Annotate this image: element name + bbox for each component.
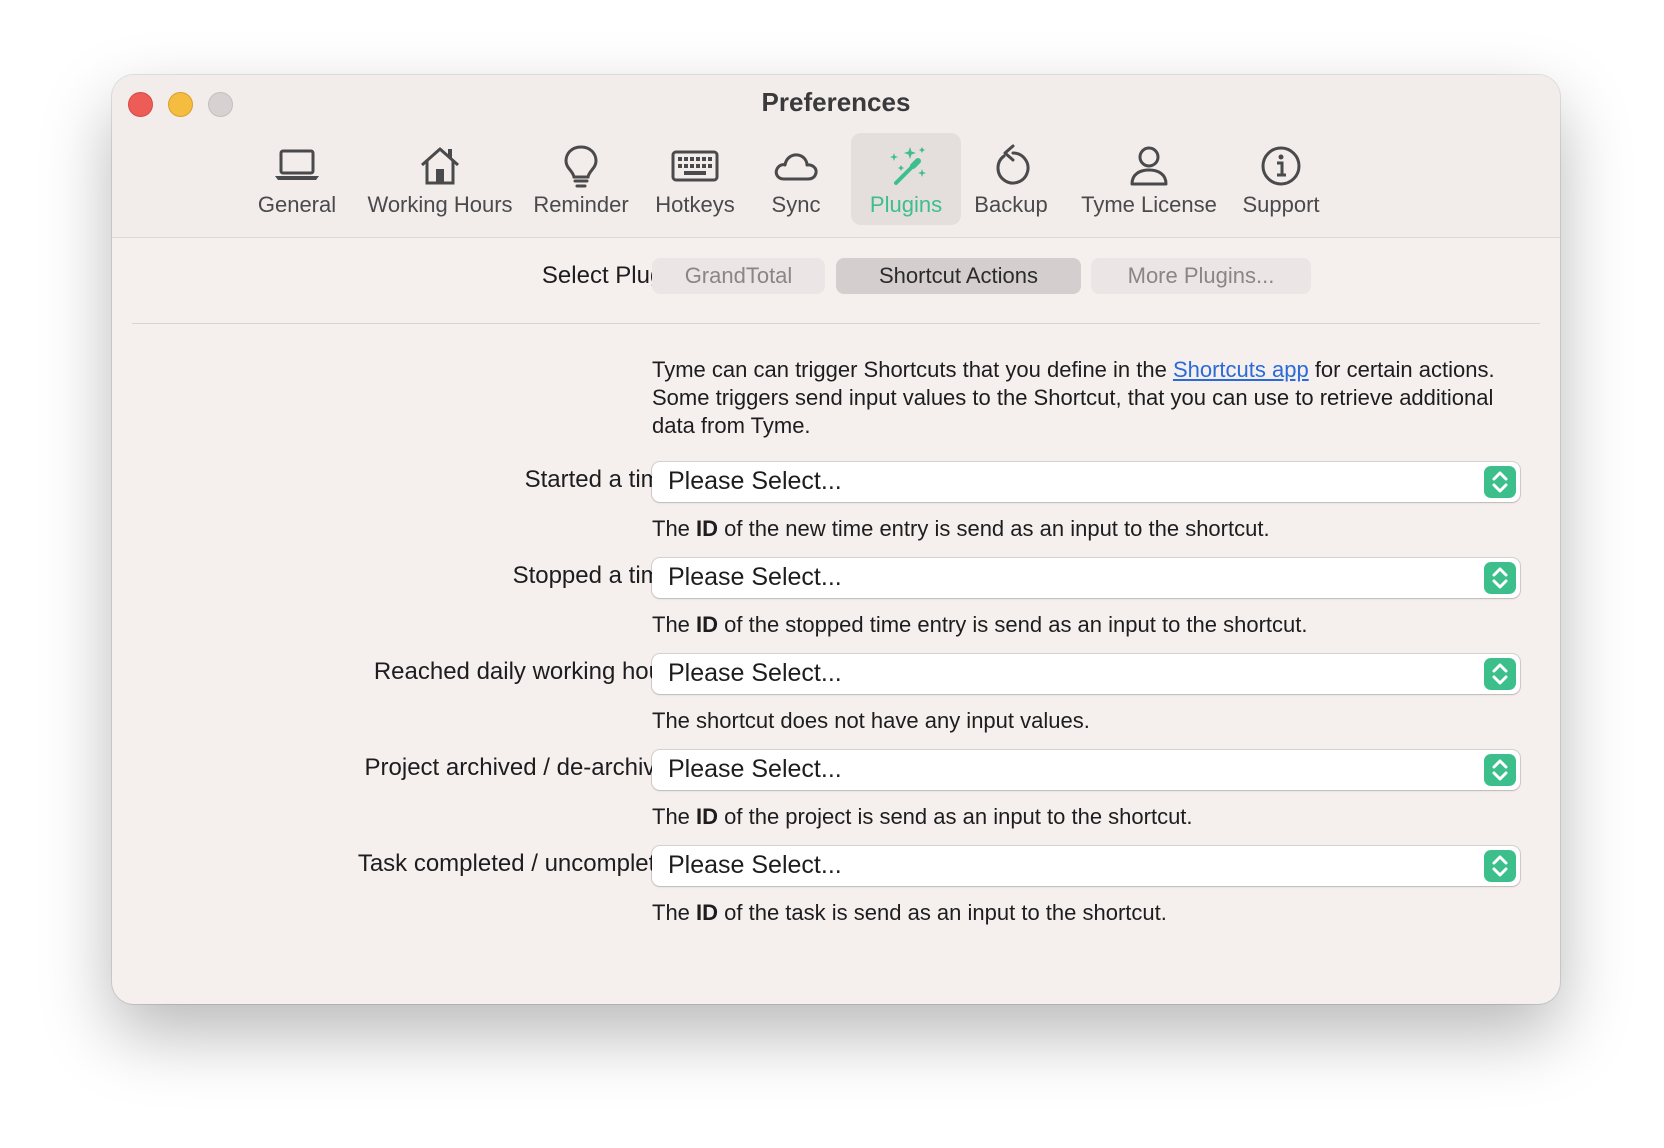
plugin-option-shortcut-actions[interactable]: Shortcut Actions [836,258,1081,294]
info-icon [1261,146,1301,186]
tab-backup[interactable]: Backup [967,133,1055,225]
trigger-label-daily-hours: Reached daily working hours [373,658,682,685]
tab-general[interactable]: General [247,133,347,225]
shortcuts-intro-text: Tyme can can trigger Shortcuts that you … [652,357,1495,438]
preferences-toolbar: General Working Hours Reminder Hotkeys S… [112,133,1560,237]
title-bar: Preferences General Working Hours Remind… [112,75,1560,238]
laptop-icon [275,149,319,180]
chevron-up-down-icon [1484,466,1516,498]
lightbulb-icon [564,145,598,188]
stopped-timer-select[interactable]: Please Select... [652,558,1520,598]
tab-sync[interactable]: Sync [762,133,830,225]
task-completed-select[interactable]: Please Select... [652,846,1520,886]
trigger-hint-started-timer: The ID of the new time entry is send as … [652,516,1270,541]
window-title: Preferences [761,87,911,117]
tab-working-hours[interactable]: Working Hours [364,133,516,225]
person-icon [1130,146,1168,186]
plugin-option-more-plugins[interactable]: More Plugins... [1091,258,1311,294]
home-icon [421,147,459,185]
preferences-window: Preferences General Working Hours Remind… [112,75,1560,1004]
plugin-settings-content: Select Plugin GrandTotal Shortcut Action… [112,238,1560,1004]
chevron-up-down-icon [1484,562,1516,594]
trigger-hint-project-archived: The ID of the project is send as an inpu… [652,804,1193,829]
trigger-label-task-completed: Task completed / uncompleted [357,850,682,877]
section-divider [132,323,1540,324]
chevron-up-down-icon [1484,658,1516,690]
chevron-up-down-icon [1484,754,1516,786]
restore-arrow-icon [996,144,1030,185]
trigger-hint-task-completed: The ID of the task is send as an input t… [652,900,1167,925]
chevron-up-down-icon [1484,850,1516,882]
shortcuts-app-link[interactable]: Shortcuts app [1173,357,1309,382]
tab-reminder[interactable]: Reminder [530,133,632,225]
keyboard-icon [671,150,719,182]
trigger-hint-daily-hours: The shortcut does not have any input val… [652,708,1090,733]
tab-support[interactable]: Support [1234,133,1328,225]
trigger-label-project-archived: Project archived / de-archived [364,754,682,781]
tab-tyme-license[interactable]: Tyme License [1074,133,1224,225]
plugin-selector-row: Select Plugin GrandTotal Shortcut Action… [112,256,1560,296]
magic-wand-icon [890,147,926,185]
cloud-icon [774,153,818,181]
tab-plugins[interactable]: Plugins [851,133,961,225]
started-timer-select[interactable]: Please Select... [652,462,1520,502]
tab-hotkeys[interactable]: Hotkeys [647,133,743,225]
plugin-option-grandtotal[interactable]: GrandTotal [652,258,825,294]
trigger-hint-stopped-timer: The ID of the stopped time entry is send… [652,612,1308,637]
project-archived-select[interactable]: Please Select... [652,750,1520,790]
daily-hours-select[interactable]: Please Select... [652,654,1520,694]
